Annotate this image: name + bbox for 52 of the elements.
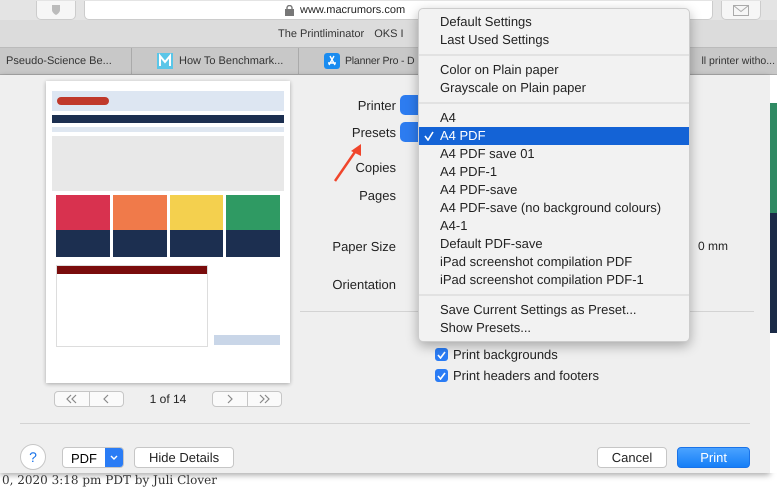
chevron-left-icon — [103, 394, 110, 404]
menu-item[interactable]: A4-1 — [419, 217, 689, 235]
field-label: Orientation — [331, 276, 396, 292]
field-label: Presets — [350, 124, 396, 140]
tab-title: Pseudo-Science Be... — [6, 55, 112, 67]
share-button[interactable] — [721, 1, 761, 20]
field-value: 0 mm — [698, 239, 728, 253]
tab-title: Planner Pro - D — [345, 55, 414, 67]
menu-item[interactable]: Last Used Settings — [419, 31, 689, 49]
double-chevron-left-icon — [66, 394, 78, 404]
browser-tab[interactable]: How To Benchmark... — [132, 48, 299, 74]
bookmark-link[interactable]: The Printliminator — [278, 28, 364, 40]
checkbox-label: Print backgrounds — [453, 347, 558, 362]
checkmark-icon — [424, 131, 434, 141]
menu-item[interactable]: A4 PDF-save — [419, 181, 689, 199]
browser-tab[interactable]: Pseudo-Science Be... — [0, 48, 132, 74]
menu-item[interactable]: iPad screenshot compilation PDF-1 — [419, 271, 689, 289]
checkbox[interactable] — [435, 348, 448, 361]
hide-details-button[interactable]: Hide Details — [134, 446, 234, 468]
menu-item[interactable]: A4 PDF — [419, 127, 689, 145]
field-label: Printer — [356, 98, 396, 112]
field-label: Paper Size — [331, 238, 396, 254]
field-label: Copies — [354, 160, 396, 174]
shield-icon — [51, 4, 61, 16]
envelope-icon — [733, 4, 749, 16]
menu-item[interactable]: A4 PDF-save (no background colours) — [419, 199, 689, 217]
double-chevron-right-icon — [258, 394, 271, 404]
page-indicator: 1 of 14 — [150, 392, 186, 406]
checkbox-label: Print headers and footers — [453, 368, 599, 383]
menu-item[interactable]: Save Current Settings as Preset... — [419, 301, 689, 319]
menu-item[interactable]: A4 PDF save 01 — [419, 145, 689, 163]
m-logo-icon — [157, 53, 173, 69]
menu-item[interactable]: Show Presets... — [419, 319, 689, 337]
lock-icon — [285, 4, 294, 16]
url-text: www.macrumors.com — [300, 4, 406, 16]
pdf-menu-button[interactable]: PDF — [62, 446, 124, 468]
field-label: Pages — [358, 188, 396, 202]
help-button[interactable]: ? — [20, 444, 46, 470]
chevron-right-icon — [227, 394, 234, 404]
chevron-down-icon — [110, 454, 118, 460]
app-store-icon — [324, 53, 340, 69]
article-byline: 0, 2020 3:18 pm PDT by Juli Clover — [1, 473, 218, 487]
checkbox[interactable] — [435, 369, 448, 382]
menu-item[interactable]: A4 PDF-1 — [419, 163, 689, 181]
bookmark-link[interactable]: OKS I — [374, 28, 404, 40]
menu-item[interactable]: iPad screenshot compilation PDF — [419, 253, 689, 271]
shield-button[interactable] — [36, 1, 76, 20]
menu-item[interactable]: Default PDF-save — [419, 235, 689, 253]
tab-title: How To Benchmark... — [179, 55, 284, 67]
menu-item[interactable]: A4 — [419, 109, 689, 127]
cancel-button[interactable]: Cancel — [596, 446, 668, 468]
menu-item[interactable]: Grayscale on Plain paper — [419, 79, 689, 97]
